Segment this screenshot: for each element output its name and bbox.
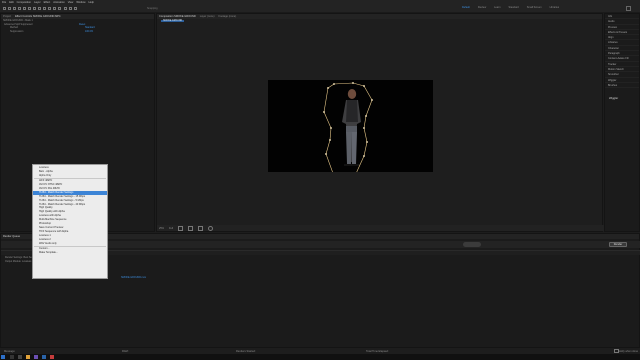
notify-label: Notify when done: [618, 349, 639, 353]
app-icon[interactable]: [50, 355, 54, 359]
home-tool-icon[interactable]: [2, 7, 6, 10]
zoom-tool-icon[interactable]: [17, 7, 21, 10]
brush-tool-icon[interactable]: [53, 7, 57, 10]
workspace-small-screen[interactable]: Small Screen: [527, 6, 542, 9]
search-help-icon[interactable]: [626, 5, 631, 11]
zoom-dropdown[interactable]: 25%: [159, 227, 164, 230]
output-module-dropdown-menu: Lossless Bam - Alpha Alpha Only AIFF 48kHz A…: [32, 164, 108, 279]
ram-label: RAM:: [122, 349, 129, 353]
tab-project[interactable]: Project: [3, 15, 11, 18]
right-panel-item-brushes[interactable]: Brushes: [605, 83, 639, 89]
tool-strip: [2, 4, 77, 11]
render-button[interactable]: Render: [609, 242, 627, 247]
tab-effect-controls[interactable]: Effect Controls SMOKE.GROUND.MP4: [15, 15, 60, 18]
transparency-grid-icon[interactable]: [198, 225, 204, 231]
menu-item[interactable]: Alpha Only: [33, 174, 107, 178]
after-effects-icon[interactable]: [34, 355, 38, 359]
queue-in-ame-toggle[interactable]: [463, 242, 481, 247]
eraser-tool-icon[interactable]: [63, 7, 67, 10]
composition-canvas[interactable]: [268, 80, 433, 179]
message-label: Message:: [4, 349, 16, 353]
output-module-text: Output Module: Lossless: [5, 259, 32, 263]
renders-started-label: Renders Started:: [236, 349, 256, 353]
workspace-libraries[interactable]: Libraries: [550, 6, 560, 9]
mask-visibility-icon[interactable]: [188, 225, 194, 231]
output-to-text: SMOKE.GROUND.mov: [121, 276, 147, 279]
output-to-link[interactable]: SMOKE.GROUND.mov: [121, 276, 146, 279]
search-icon[interactable]: [10, 355, 14, 359]
workspace-default[interactable]: Default: [462, 6, 470, 9]
menu-item[interactable]: WAV Audio only: [33, 242, 107, 246]
tab-render-queue[interactable]: Render Queue: [3, 235, 20, 238]
footage-frame: [323, 82, 373, 179]
photoshop-icon[interactable]: [42, 355, 46, 359]
taskview-icon[interactable]: [18, 355, 22, 359]
effect-row[interactable]: Suppression 100.0%: [1, 30, 154, 34]
workspace-learn[interactable]: Learn: [494, 6, 500, 9]
pan-behind-tool-icon[interactable]: [33, 7, 37, 10]
rotate-tool-icon[interactable]: [22, 7, 26, 10]
pen-tool-icon[interactable]: [43, 7, 47, 10]
workspace-review[interactable]: Review: [478, 6, 486, 9]
start-icon[interactable]: [1, 355, 5, 359]
mask-tool-icon[interactable]: [38, 7, 42, 10]
tab-footage[interactable]: Footage (none): [218, 15, 236, 18]
workspace-standard[interactable]: Standard: [509, 6, 519, 9]
comp-name-tag[interactable]: SMOKE.GROUND: [161, 20, 185, 22]
effect-row-value[interactable]: 100.0%: [85, 30, 93, 33]
viewer-footer: 25% Full: [157, 225, 606, 231]
snapping-label: Snapping: [147, 7, 158, 10]
type-tool-icon[interactable]: [48, 7, 52, 10]
os-taskbar: [0, 354, 640, 360]
tab-composition[interactable]: Composition SMOKE.GROUND: [159, 15, 196, 18]
clone-tool-icon[interactable]: [58, 7, 62, 10]
camera-tool-icon[interactable]: [27, 7, 31, 10]
selection-tool-icon[interactable]: [7, 7, 11, 10]
composition-viewer: Composition SMOKE.GROUND Layer (none) Fo…: [156, 13, 606, 232]
effect-row-label: Advanced Spill Suppressor: [4, 22, 33, 26]
total-time-label: Total Time Elapsed:: [366, 349, 389, 353]
explorer-icon[interactable]: [26, 355, 30, 359]
wiggler-section-title: Wiggler: [609, 97, 619, 100]
workspace-switcher: Default Review Learn Standard Small Screen Li…: [462, 6, 559, 9]
right-panel: Info Audio Preview Effects & Presets Align Li…: [604, 13, 640, 232]
right-panel-items: Info Audio Preview Effects & Presets Align Li…: [605, 14, 639, 89]
effect-rows: Advanced Spill Suppressor Reset Method Stan…: [1, 23, 154, 34]
toolbar: Snapping Default Review Learn Standard Small…: [0, 4, 640, 13]
effect-row-label: Method: [10, 26, 18, 30]
effect-row-value[interactable]: Standard: [85, 26, 95, 29]
puppet-tool-icon[interactable]: [73, 7, 77, 10]
effect-subheader-text: SMOKE.GROUND • Mask 1: [3, 19, 33, 23]
camera-snapshot-icon[interactable]: [208, 225, 214, 231]
resolution-dropdown[interactable]: Full: [169, 227, 173, 230]
viewer-tabs: Composition SMOKE.GROUND Layer (none) Fo…: [157, 14, 602, 19]
person-figure: [342, 89, 361, 166]
roto-tool-icon[interactable]: [68, 7, 72, 10]
tab-layer[interactable]: Layer (none): [200, 15, 215, 18]
grid-icon[interactable]: [178, 225, 184, 231]
effect-row-label: Suppression: [10, 30, 24, 34]
effect-row-value[interactable]: Reset: [79, 23, 85, 26]
menu-item[interactable]: Make Template...: [33, 251, 107, 255]
hand-tool-icon[interactable]: [12, 7, 16, 10]
snapping-toggle[interactable]: Snapping: [147, 6, 158, 10]
